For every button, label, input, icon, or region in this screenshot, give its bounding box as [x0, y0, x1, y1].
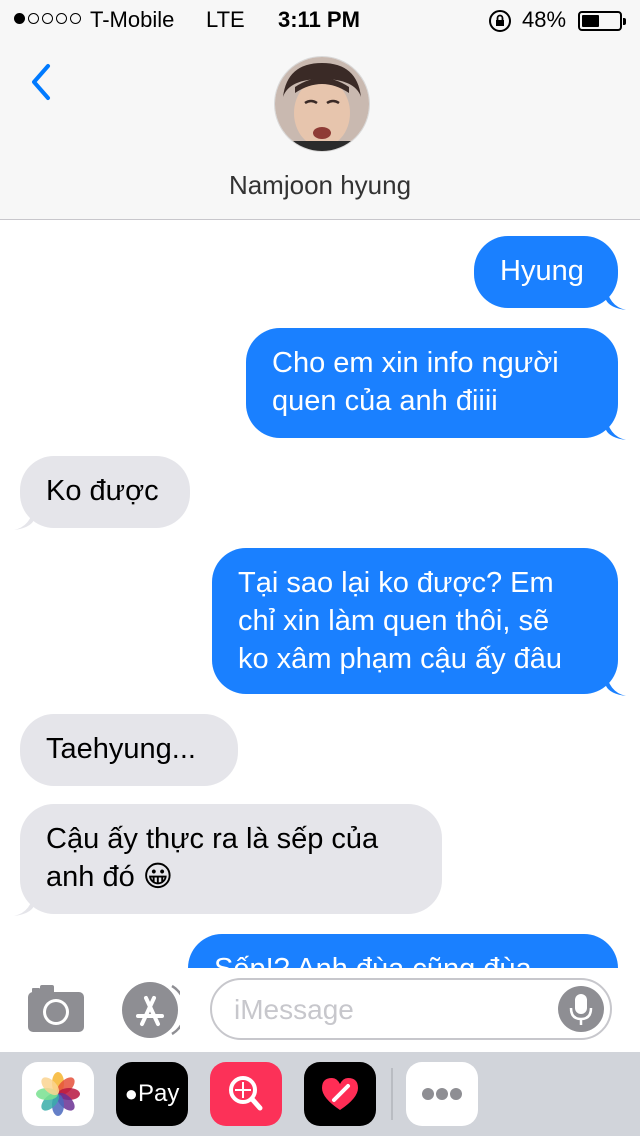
- message-bubble-incoming[interactable]: Taehyung...: [20, 714, 238, 786]
- message-bubble-outgoing[interactable]: Hyung: [474, 236, 618, 308]
- rotation-lock-icon: [489, 10, 511, 32]
- message-thread[interactable]: Hyung Cho em xin info người quen của anh…: [0, 220, 640, 968]
- message-bubble-outgoing[interactable]: Tại sao lại ko được? Em chỉ xin làm quen…: [212, 548, 618, 694]
- drawer-divider: [391, 1068, 393, 1120]
- signal-strength-icon: [14, 13, 81, 24]
- battery-icon: [578, 11, 626, 31]
- carrier-label: T-Mobile: [90, 7, 175, 32]
- message-bubble-outgoing[interactable]: Sếp!? Anh đùa cũng đùa: [188, 934, 618, 968]
- chevron-left-icon[interactable]: [24, 62, 64, 102]
- imessage-placeholder: iMessage: [234, 994, 354, 1025]
- microphone-icon[interactable]: [558, 986, 604, 1032]
- camera-icon[interactable]: [26, 982, 86, 1034]
- apple-pay-icon[interactable]: ●Pay: [116, 1062, 188, 1126]
- message-bubble-incoming[interactable]: Ko được: [20, 456, 190, 528]
- bubble-tail: [606, 284, 626, 310]
- network-label: LTE: [206, 7, 245, 32]
- clock: 3:11 PM: [278, 7, 360, 32]
- bubble-tail: [14, 504, 34, 530]
- digital-touch-icon[interactable]: [304, 1062, 376, 1126]
- message-bubble-outgoing[interactable]: Cho em xin info người quen của anh điiii: [246, 328, 618, 438]
- compose-bar: iMessage: [0, 968, 640, 1052]
- battery-percent: 48%: [522, 7, 567, 32]
- imessage-input[interactable]: iMessage: [210, 978, 612, 1040]
- more-icon[interactable]: [406, 1062, 478, 1126]
- apple-pay-label: Pay: [137, 1080, 180, 1107]
- bubble-tail: [14, 890, 34, 916]
- message-bubble-incoming[interactable]: Cậu ấy thực ra là sếp của anh đó 😀: [20, 804, 442, 914]
- bubble-tail: [606, 670, 626, 696]
- status-bar: T-Mobile LTE 3:11 PM 48%: [0, 0, 640, 40]
- app-drawer: ●Pay: [0, 1052, 640, 1136]
- web-images-icon[interactable]: [210, 1062, 282, 1126]
- contact-avatar[interactable]: [274, 56, 370, 152]
- photos-icon[interactable]: [22, 1062, 94, 1126]
- conversation-header: Namjoon hyung: [0, 40, 640, 220]
- contact-name[interactable]: Namjoon hyung: [0, 170, 640, 201]
- bubble-tail: [606, 414, 626, 440]
- app-store-icon[interactable]: [120, 980, 180, 1040]
